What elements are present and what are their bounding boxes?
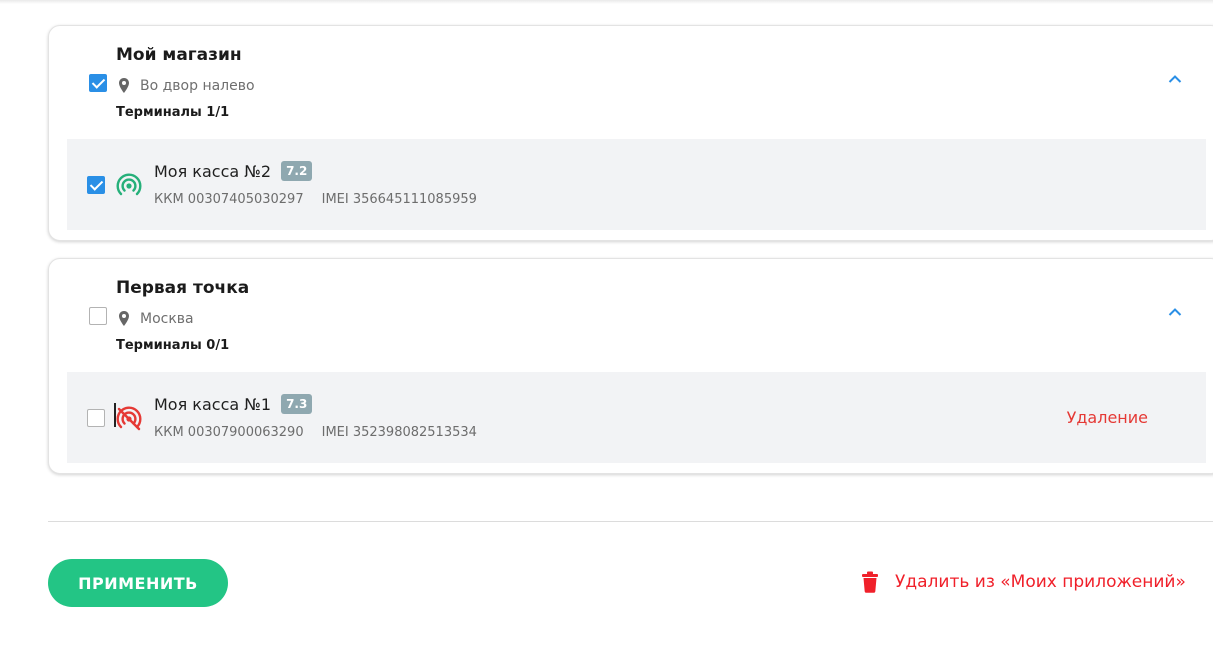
- terminal-kkm: ККМ 00307900063290: [154, 425, 304, 440]
- terminal-kkm: ККМ 00307405030297: [154, 192, 304, 207]
- store-checkbox[interactable]: [89, 307, 107, 325]
- store-card-my-store: Мой магазин Во двор налево Терминалы 1/1…: [48, 25, 1213, 241]
- divider: [48, 521, 1213, 522]
- terminal-status: Удаление: [1066, 408, 1148, 427]
- chevron-up-icon[interactable]: [1168, 307, 1182, 317]
- store-title: Первая точка: [116, 278, 250, 298]
- store-address-text: Во двор налево: [140, 78, 255, 94]
- terminal-name-text: Моя касса №2: [154, 161, 272, 181]
- store-header: Первая точка Москва Терминалы 0/1: [49, 259, 1213, 372]
- terminals-count: Терминалы 1/1: [116, 105, 230, 120]
- terminal-imei: IMEI 356645111085959: [321, 192, 477, 207]
- terminal-name: Моя касса №2 7.2: [154, 161, 313, 181]
- signal-offline-icon: [116, 406, 142, 431]
- version-badge: 7.2: [281, 161, 313, 181]
- signal-online-icon: [116, 173, 142, 196]
- terminal-ids: ККМ 00307900063290 IMEI 352398082513534: [154, 425, 477, 440]
- trash-icon: [862, 571, 878, 593]
- terminal-checkbox[interactable]: [87, 409, 105, 427]
- store-address: Москва: [116, 310, 194, 328]
- map-pin-icon: [119, 311, 129, 326]
- terminal-checkbox[interactable]: [87, 176, 105, 194]
- terminal-name: Моя касса №1 7.3: [154, 394, 313, 414]
- terminals-count: Терминалы 0/1: [116, 338, 230, 353]
- delete-from-my-apps-link[interactable]: Удалить из «Моих приложений»: [860, 571, 1186, 593]
- terminal-name-text: Моя касса №1: [154, 394, 272, 414]
- top-shadow: [0, 0, 1213, 4]
- delete-from-my-apps-label: Удалить из «Моих приложений»: [895, 572, 1186, 592]
- store-header: Мой магазин Во двор налево Терминалы 1/1: [49, 26, 1213, 139]
- chevron-up-icon[interactable]: [1168, 74, 1182, 84]
- version-badge: 7.3: [281, 394, 313, 414]
- terminal-ids: ККМ 00307405030297 IMEI 356645111085959: [154, 192, 477, 207]
- store-card-first-point: Первая точка Москва Терминалы 0/1 Моя ка…: [48, 258, 1213, 474]
- store-address: Во двор налево: [116, 77, 255, 95]
- terminal-imei: IMEI 352398082513534: [321, 425, 477, 440]
- map-pin-icon: [119, 78, 129, 93]
- store-address-text: Москва: [140, 311, 194, 327]
- store-title: Мой магазин: [116, 45, 242, 65]
- terminal-row: Моя касса №1 7.3 ККМ 00307900063290 IMEI …: [67, 372, 1206, 463]
- apply-button[interactable]: ПРИМЕНИТЬ: [48, 559, 228, 607]
- store-checkbox[interactable]: [89, 74, 107, 92]
- terminal-row: Моя касса №2 7.2 ККМ 00307405030297 IMEI …: [67, 139, 1206, 230]
